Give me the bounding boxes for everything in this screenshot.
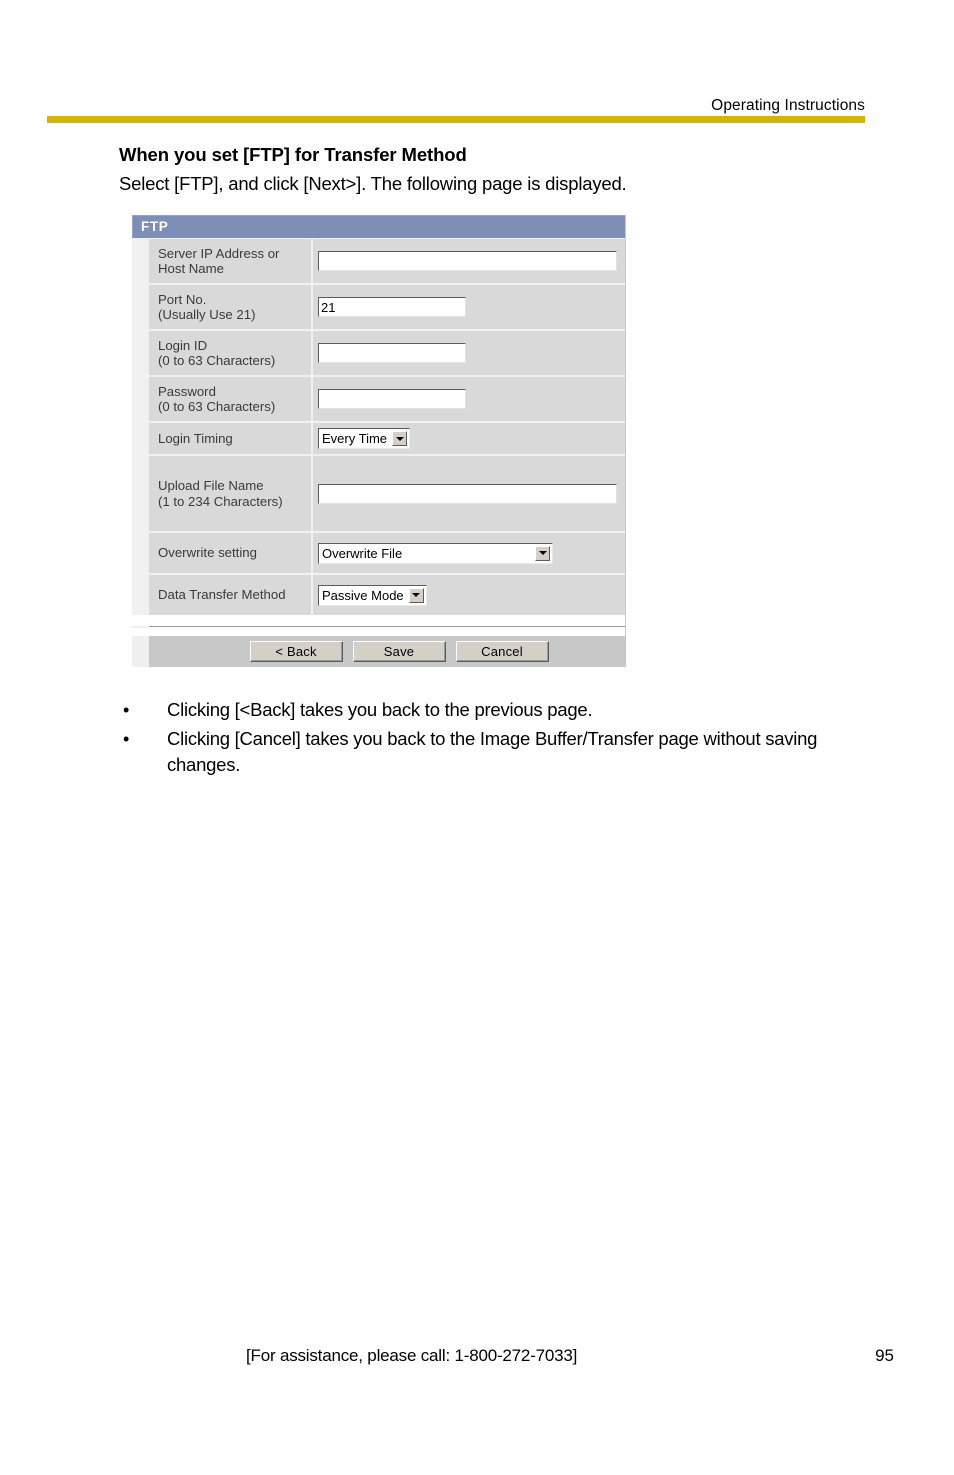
panel-spacer-2 bbox=[132, 628, 625, 636]
field-cell: Passive Mode bbox=[313, 575, 625, 615]
panel-spacer bbox=[132, 615, 625, 626]
ftp-settings-panel: FTP Server IP Address or Host Name Port … bbox=[132, 215, 626, 667]
table-row: Overwrite setting Overwrite File bbox=[149, 533, 625, 575]
field-label-password: Password (0 to 63 Characters) bbox=[149, 377, 313, 421]
login-id-input[interactable] bbox=[318, 343, 466, 363]
field-cell bbox=[313, 377, 625, 421]
assistance-note: [For assistance, please call: 1-800-272-… bbox=[246, 1346, 578, 1365]
table-row: Upload File Name (1 to 234 Characters) bbox=[149, 456, 625, 533]
field-cell: Every Time bbox=[313, 423, 625, 454]
chevron-down-icon[interactable] bbox=[392, 431, 408, 446]
field-label-login-id: Login ID (0 to 63 Characters) bbox=[149, 331, 313, 375]
save-button[interactable]: Save bbox=[352, 641, 446, 662]
notes-list: • Clicking [<Back] takes you back to the… bbox=[123, 697, 883, 781]
overwrite-setting-select[interactable]: Overwrite File bbox=[318, 542, 553, 564]
field-cell bbox=[313, 239, 625, 283]
field-cell bbox=[313, 285, 625, 329]
server-address-input[interactable] bbox=[318, 251, 617, 271]
ftp-settings-form: Server IP Address or Host Name Port No. … bbox=[132, 238, 625, 615]
bullet-icon: • bbox=[123, 700, 130, 720]
cancel-button[interactable]: Cancel bbox=[455, 641, 549, 662]
table-row: Login Timing Every Time bbox=[149, 423, 625, 456]
table-row: Password (0 to 63 Characters) bbox=[149, 377, 625, 423]
field-label-data-transfer-method: Data Transfer Method bbox=[149, 575, 313, 615]
field-label-login-timing: Login Timing bbox=[149, 423, 313, 454]
panel-titlebar: FTP bbox=[132, 215, 625, 238]
back-button[interactable]: < Back bbox=[249, 641, 343, 662]
list-item: • Clicking [Cancel] takes you back to th… bbox=[123, 726, 883, 778]
port-number-input[interactable] bbox=[318, 297, 466, 317]
field-label-upload-file-name: Upload File Name (1 to 234 Characters) bbox=[149, 456, 313, 531]
panel-button-bar: < Back Save Cancel bbox=[149, 636, 625, 667]
chevron-down-icon[interactable] bbox=[535, 545, 550, 561]
upload-file-name-input[interactable] bbox=[318, 483, 617, 504]
login-timing-select[interactable]: Every Time bbox=[318, 428, 411, 449]
note-text: Clicking [Cancel] takes you back to the … bbox=[167, 728, 818, 775]
table-row: Server IP Address or Host Name bbox=[149, 239, 625, 285]
field-cell: Overwrite File bbox=[313, 533, 625, 573]
page-number: 95 bbox=[875, 1346, 894, 1365]
table-row: Login ID (0 to 63 Characters) bbox=[149, 331, 625, 377]
table-row: Data Transfer Method Passive Mode bbox=[149, 575, 625, 615]
header-rule bbox=[47, 116, 865, 123]
running-head: Operating Instructions bbox=[711, 97, 865, 114]
data-transfer-method-select[interactable]: Passive Mode bbox=[318, 584, 427, 606]
section-title: When you set [FTP] for Transfer Method bbox=[119, 144, 467, 165]
field-cell bbox=[313, 456, 625, 531]
table-row: Port No. (Usually Use 21) bbox=[149, 285, 625, 331]
list-item: • Clicking [<Back] takes you back to the… bbox=[123, 697, 883, 723]
field-label-port-number: Port No. (Usually Use 21) bbox=[149, 285, 313, 329]
field-cell bbox=[313, 331, 625, 375]
note-text: Clicking [<Back] takes you back to the p… bbox=[167, 699, 593, 720]
chevron-down-icon[interactable] bbox=[408, 587, 424, 603]
section-intro: Select [FTP], and click [Next>]. The fol… bbox=[119, 173, 627, 194]
field-label-server-address: Server IP Address or Host Name bbox=[149, 239, 313, 283]
field-label-overwrite-setting: Overwrite setting bbox=[149, 533, 313, 573]
password-input[interactable] bbox=[318, 389, 466, 409]
panel-title: FTP bbox=[141, 219, 169, 235]
bullet-icon: • bbox=[123, 729, 130, 749]
